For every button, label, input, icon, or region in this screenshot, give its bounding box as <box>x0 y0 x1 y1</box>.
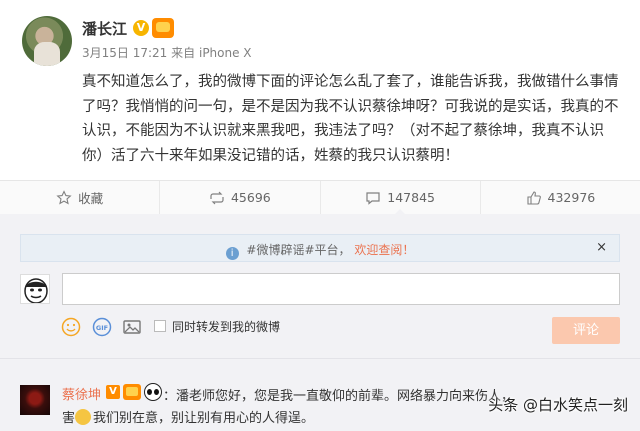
commenter-avatar[interactable] <box>20 385 50 415</box>
watermark: 头条 @白水笑点一刻 <box>488 396 628 414</box>
verified-badge-icon: V <box>133 20 149 36</box>
close-icon[interactable]: × <box>596 240 607 255</box>
vip-badge-icon <box>152 18 174 38</box>
emoji-icon[interactable] <box>61 317 81 337</box>
post-meta: 3月15日 17:21 来自 iPhone X <box>82 44 252 61</box>
repost-icon <box>210 191 224 204</box>
thumbs-up-icon <box>526 190 541 205</box>
commenter-name[interactable]: 蔡徐坤 <box>62 384 101 403</box>
favorite-label: 收藏 <box>78 191 104 206</box>
submit-comment-button[interactable]: 评论 <box>552 317 620 344</box>
notice-text: #微博辟谣#平台， <box>246 243 351 257</box>
post-source: iPhone X <box>198 46 252 60</box>
comment-count: 147845 <box>387 190 435 205</box>
like-count: 432976 <box>547 190 596 205</box>
svg-text:GIF: GIF <box>96 324 108 332</box>
gif-icon[interactable]: GIF <box>92 317 112 337</box>
comment-text-prefix: 害 <box>62 411 76 426</box>
source-prefix: 来自 <box>171 46 196 60</box>
post-timestamp[interactable]: 3月15日 17:21 <box>82 46 167 60</box>
repost-button[interactable]: 45696 <box>160 181 321 214</box>
comment-button[interactable]: 147845 <box>321 181 481 215</box>
weibo-post: 潘长江 V 3月15日 17:21 来自 iPhone X 真不知道怎么了，我的… <box>0 0 640 180</box>
comment-text-line1: ：潘老师您好，您是我一直敬仰的前辈。网络暴力向来伤人， <box>163 389 515 404</box>
meme-face-icon <box>24 278 48 303</box>
star-icon <box>56 189 72 205</box>
post-action-bar: 收藏 45696 147845 432976 <box>0 180 640 215</box>
author-name[interactable]: 潘长江 <box>82 18 127 39</box>
image-icon[interactable] <box>122 317 142 337</box>
my-avatar[interactable] <box>20 274 50 304</box>
panda-badge-icon <box>144 383 162 401</box>
comment-input[interactable] <box>62 273 620 305</box>
comment-icon <box>366 191 380 205</box>
repost-count: 45696 <box>230 190 271 205</box>
author-avatar[interactable] <box>22 16 72 66</box>
like-button[interactable]: 432976 <box>481 181 640 214</box>
emoji-icon <box>75 409 92 425</box>
comment-text-rest: 我们别在意，别让别有用心的人得逞。 <box>93 411 315 426</box>
notice-link[interactable]: 欢迎查阅！ <box>354 243 414 257</box>
info-icon: i <box>225 247 239 260</box>
repost-checkbox-label: 同时转发到我的微博 <box>172 320 281 334</box>
repost-checkbox[interactable] <box>154 320 166 332</box>
post-text: 真不知道怎么了，我的微博下面的评论怎么乱了套了，谁能告诉我，我做错什么事情了吗？… <box>82 74 619 164</box>
favorite-button[interactable]: 收藏 <box>0 181 161 214</box>
comment-text-line2: 害 我们别在意，别让别有用心的人得逞。 <box>62 407 314 426</box>
rumor-notice-bar: i #微博辟谣#平台， 欢迎查阅！ × <box>20 234 620 262</box>
vip-badge-icon <box>123 384 141 400</box>
section-divider <box>0 358 640 370</box>
verified-badge-icon: V <box>106 385 120 399</box>
